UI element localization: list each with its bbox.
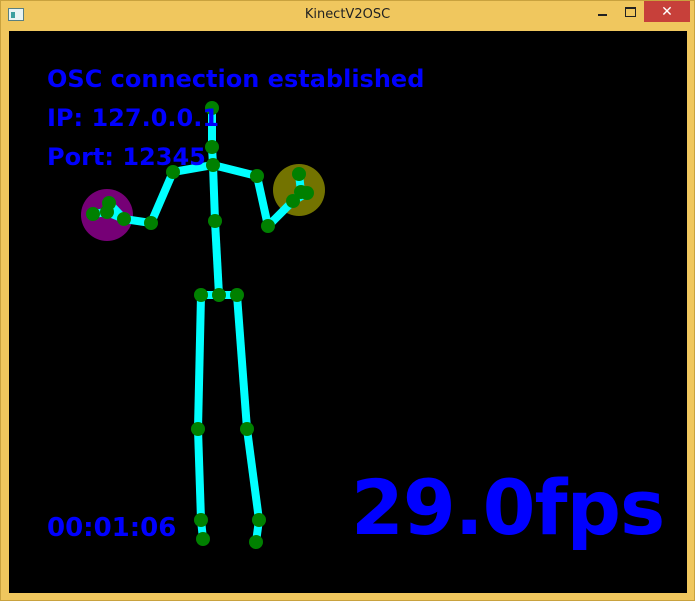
bone-spineShoulder-spineMid [209,164,219,222]
joint-hipR [230,288,244,302]
joint-kneeR [240,422,254,436]
joint-shoulderR [250,169,264,183]
joint-handTipR [292,167,306,181]
bone-kneeL-ankleL [194,428,205,521]
joint-thumbR [300,186,314,200]
joint-elbowL [144,216,158,230]
joint-wristL [117,212,131,226]
minimize-button[interactable] [588,1,616,22]
minimize-icon [597,13,607,16]
joint-footR [249,535,263,549]
bone-hipL-kneeL [194,294,205,430]
joint-thumbL [102,196,116,210]
title-bar[interactable]: KinectV2OSC ✕ [1,1,694,29]
connection-status: OSC connection established [47,65,425,93]
bone-spineMid-spineBase [211,220,223,296]
close-icon: ✕ [661,3,673,20]
maximize-button[interactable] [616,1,644,22]
joint-footL [196,532,210,546]
bone-hipR-kneeR [233,294,251,430]
joint-spineShoulder [206,158,220,172]
joint-elbowR [261,219,275,233]
close-button[interactable]: ✕ [644,1,690,22]
joint-ankleL [194,513,208,527]
ip-address: IP: 127.0.0.1 [47,104,220,132]
joint-ankleR [252,513,266,527]
skeleton-view: OSC connection established IP: 127.0.0.1… [9,31,687,593]
maximize-icon [624,6,636,17]
elapsed-time: 00:01:06 [47,513,177,543]
joint-handTipL [86,207,100,221]
joint-neck [205,140,219,154]
joint-spineBase [212,288,226,302]
port-number: Port: 12345 [47,143,206,171]
joint-spineMid [208,214,222,228]
joint-kneeL [191,422,205,436]
bone-kneeR-ankleR [243,428,263,521]
app-window: KinectV2OSC ✕ OSC connection established… [0,0,695,601]
bone-shoulderL-elbowL [147,170,177,225]
joint-hipL [194,288,208,302]
bone-shoulderR-elbowR [253,175,272,227]
fps-counter: 29.0fps [351,463,665,552]
